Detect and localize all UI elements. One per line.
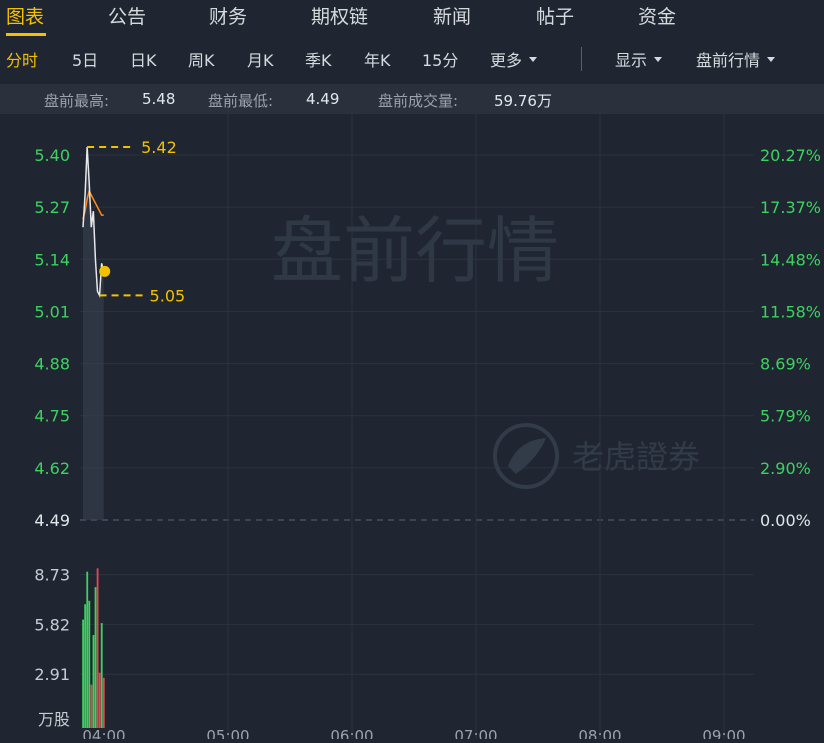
top-tab-bar: 图表 公告 财务 期权链 新闻 帖子 资金 bbox=[0, 0, 824, 36]
premarket-label: 盘前行情 bbox=[696, 51, 761, 70]
price-axis-label: 5.27 bbox=[34, 198, 70, 217]
toolbar-divider bbox=[581, 47, 582, 71]
active-tab-indicator bbox=[6, 33, 46, 36]
premarket-stats-bar: 盘前最高: 5.48 盘前最低: 4.49 盘前成交量: 59.76万 bbox=[0, 84, 824, 114]
volume-bar bbox=[92, 635, 95, 728]
time-axis-label: 09:00 bbox=[702, 727, 745, 739]
premarket-volume-label: 盘前成交量: bbox=[378, 92, 459, 110]
period-monthly[interactable]: 月K bbox=[247, 47, 274, 71]
more-periods-dropdown[interactable]: 更多 bbox=[490, 47, 538, 71]
low-marker-label: 5.05 bbox=[150, 286, 186, 305]
volume-bar bbox=[82, 619, 84, 728]
volume-bar bbox=[98, 672, 101, 728]
volume-axis-label: 8.73 bbox=[34, 566, 70, 585]
percent-axis-label: 2.90% bbox=[760, 459, 811, 478]
chevron-down-icon bbox=[529, 57, 538, 62]
volume-bar bbox=[88, 600, 91, 728]
volume-bar bbox=[94, 587, 97, 728]
volume-bar bbox=[96, 568, 99, 728]
premarket-volume-value: 59.76万 bbox=[494, 92, 552, 110]
premarket-high-value: 5.48 bbox=[142, 90, 176, 108]
volume-bar bbox=[84, 604, 87, 728]
volume-axis-label: 5.82 bbox=[34, 615, 70, 634]
period-5day[interactable]: 5日 bbox=[72, 47, 98, 71]
price-axis-label: 5.14 bbox=[34, 250, 70, 269]
percent-axis-label: 5.79% bbox=[760, 407, 811, 426]
chevron-down-icon bbox=[654, 57, 663, 62]
price-axis-label: 5.40 bbox=[34, 146, 70, 165]
period-yearly[interactable]: 年K bbox=[364, 47, 391, 71]
volume-bar bbox=[100, 623, 103, 728]
premarket-dropdown[interactable]: 盘前行情 bbox=[696, 47, 776, 71]
percent-axis-label: 20.27% bbox=[760, 146, 821, 165]
premarket-low-label: 盘前最低: bbox=[208, 92, 274, 110]
volume-bar bbox=[86, 571, 89, 728]
price-axis-label: 4.49 bbox=[34, 511, 70, 530]
period-15min[interactable]: 15分 bbox=[422, 47, 458, 71]
volume-axis-label: 2.91 bbox=[34, 665, 70, 684]
price-axis-label: 5.01 bbox=[34, 302, 70, 321]
chart-svg: 盘前行情 老虎證券 5.40 20.27% 5.27 17.37% 5.14 14.48%… bbox=[34, 114, 821, 743]
percent-axis-label: 17.37% bbox=[760, 198, 821, 217]
premarket-low-value: 4.49 bbox=[306, 90, 340, 108]
price-axis-label: 4.62 bbox=[34, 459, 70, 478]
display-dropdown[interactable]: 显示 bbox=[615, 47, 663, 71]
percent-axis-label: 14.48% bbox=[760, 250, 821, 269]
volume-unit-label: 万股 bbox=[38, 710, 70, 729]
volume-bar bbox=[90, 684, 93, 728]
current-price-dot bbox=[99, 265, 111, 277]
high-marker-label: 5.42 bbox=[141, 138, 177, 157]
percent-axis-label: 0.00% bbox=[760, 511, 811, 530]
chevron-down-icon bbox=[767, 57, 776, 62]
tab-options-chain[interactable]: 期权链 bbox=[311, 2, 368, 29]
time-axis-label: 05:00 bbox=[206, 727, 249, 739]
tab-financials[interactable]: 财务 bbox=[209, 2, 247, 29]
percent-axis-label: 8.69% bbox=[760, 355, 811, 374]
price-axis-label: 4.88 bbox=[34, 355, 70, 374]
tiger-logo-icon bbox=[493, 423, 559, 489]
price-axis-label: 4.75 bbox=[34, 407, 70, 426]
period-daily[interactable]: 日K bbox=[130, 47, 157, 71]
watermark-brand: 老虎證券 bbox=[572, 438, 700, 476]
tab-announcements[interactable]: 公告 bbox=[108, 2, 146, 29]
watermark-text: 盘前行情 bbox=[271, 209, 559, 293]
tab-posts[interactable]: 帖子 bbox=[536, 2, 574, 29]
time-axis-label: 08:00 bbox=[578, 727, 621, 739]
period-intraday[interactable]: 分时 bbox=[6, 47, 38, 71]
tab-news[interactable]: 新闻 bbox=[433, 2, 471, 29]
premarket-high-label: 盘前最高: bbox=[44, 92, 110, 110]
time-axis-label: 06:00 bbox=[330, 727, 373, 739]
period-quarterly[interactable]: 季K bbox=[305, 47, 332, 71]
period-toolbar: 分时 5日 日K 周K 月K 季K 年K 15分 更多 显示 盘前行情 bbox=[0, 40, 824, 78]
more-label: 更多 bbox=[490, 51, 523, 70]
time-axis-label: 04:00 bbox=[82, 727, 125, 739]
tab-capital[interactable]: 资金 bbox=[638, 2, 676, 29]
volume-bar bbox=[102, 677, 105, 728]
display-label: 显示 bbox=[615, 51, 648, 70]
time-axis-label: 07:00 bbox=[454, 727, 497, 739]
intraday-chart[interactable]: 盘前行情 老虎證券 5.40 20.27% 5.27 17.37% 5.14 14.48%… bbox=[0, 114, 824, 743]
period-weekly[interactable]: 周K bbox=[188, 47, 215, 71]
tab-chart[interactable]: 图表 bbox=[6, 2, 44, 29]
percent-axis-label: 11.58% bbox=[760, 302, 821, 321]
